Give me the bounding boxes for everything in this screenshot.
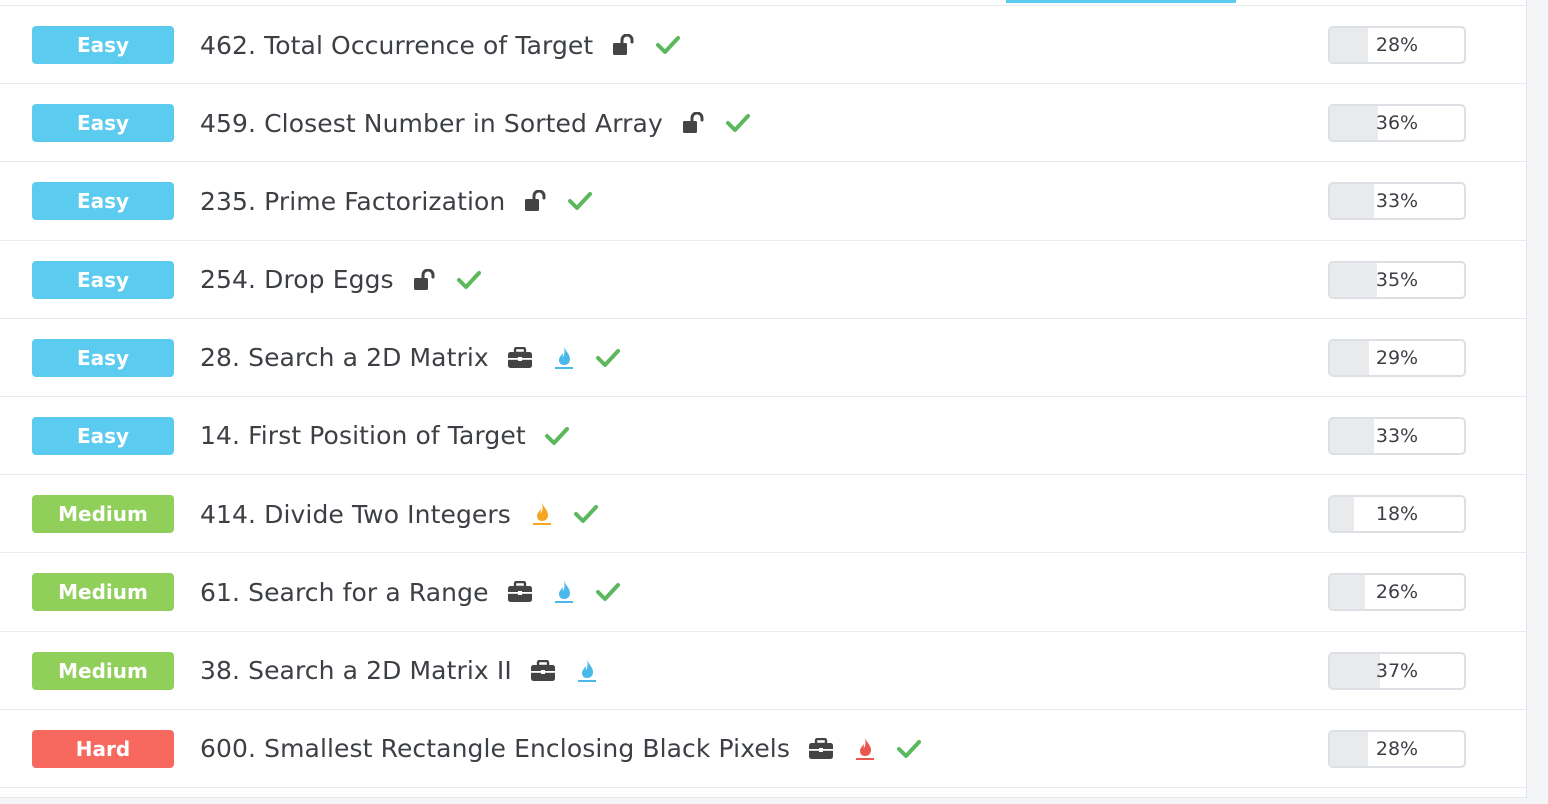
problem-title-group: 38. Search a 2D Matrix II [200, 632, 600, 710]
problem-list-panel: Easy 462. Total Occurrence of Target 28% Ea… [0, 0, 1527, 798]
acceptance-rate-text: 33% [1375, 424, 1419, 447]
difficulty-badge: Easy [32, 416, 174, 455]
acceptance-rate-bar: 36% [1328, 104, 1466, 143]
difficulty-badge: Medium [32, 651, 174, 690]
briefcase-icon [507, 579, 533, 605]
problem-title-link[interactable]: 459. Closest Number in Sorted Array [200, 109, 663, 138]
problem-title-link[interactable]: 14. First Position of Target [200, 421, 526, 450]
check-icon [456, 267, 482, 293]
problem-row[interactable]: Medium 38. Search a 2D Matrix II 37% [0, 632, 1526, 710]
unlock-icon [412, 267, 438, 293]
difficulty-badge: Easy [32, 338, 174, 377]
unlock-icon [523, 188, 549, 214]
acceptance-rate-text: 33% [1375, 190, 1419, 213]
unlock-icon [681, 110, 707, 136]
problem-row[interactable]: Easy 28. Search a 2D Matrix 29% [0, 319, 1526, 397]
problem-title-group: 235. Prime Factorization [200, 162, 593, 240]
problem-title-group: 462. Total Occurrence of Target [200, 6, 681, 84]
problem-title-link[interactable]: 38. Search a 2D Matrix II [200, 656, 512, 685]
flame-blue-icon [574, 658, 600, 684]
difficulty-badge: Easy [32, 182, 174, 221]
problem-row[interactable]: Easy 235. Prime Factorization 33% [0, 162, 1526, 241]
check-icon [595, 345, 621, 371]
difficulty-badge: Easy [32, 26, 174, 64]
difficulty-badge: Medium [32, 495, 174, 534]
unlock-icon [611, 32, 637, 58]
check-icon [655, 32, 681, 58]
problem-title-group: 254. Drop Eggs [200, 241, 482, 319]
difficulty-badge: Easy [32, 260, 174, 299]
check-icon [896, 736, 922, 762]
acceptance-rate-bar: 37% [1328, 651, 1466, 690]
acceptance-rate-bar: 18% [1328, 495, 1466, 534]
acceptance-rate-text: 29% [1375, 346, 1419, 369]
active-tab-indicator [1006, 0, 1236, 3]
acceptance-rate-text: 36% [1375, 112, 1419, 135]
briefcase-icon [530, 658, 556, 684]
problem-title-group: 414. Divide Two Integers [200, 475, 599, 553]
acceptance-rate-bar: 35% [1328, 260, 1466, 299]
acceptance-rate-text: 37% [1375, 659, 1419, 682]
flame-blue-icon [551, 579, 577, 605]
problem-title-link[interactable]: 28. Search a 2D Matrix [200, 343, 489, 372]
problem-title-link[interactable]: 61. Search for a Range [200, 578, 489, 607]
flame-red-icon [852, 736, 878, 762]
problem-title-group: 28. Search a 2D Matrix [200, 319, 621, 397]
problem-title-group: 600. Smallest Rectangle Enclosing Black … [200, 710, 922, 788]
check-icon [567, 188, 593, 214]
problem-title-link[interactable]: 254. Drop Eggs [200, 265, 394, 294]
flame-blue-icon [551, 345, 577, 371]
problem-row[interactable]: Easy 254. Drop Eggs 35% [0, 241, 1526, 319]
difficulty-badge: Easy [32, 104, 174, 143]
problem-row[interactable]: Easy 462. Total Occurrence of Target 28% [0, 6, 1526, 85]
acceptance-rate-bar: 26% [1328, 573, 1466, 612]
problem-row[interactable]: Hard 600. Smallest Rectangle Enclosing Bl… [0, 710, 1526, 788]
acceptance-rate-text: 35% [1375, 268, 1419, 291]
problem-title-group: 61. Search for a Range [200, 553, 621, 631]
check-icon [595, 579, 621, 605]
problem-row[interactable]: Easy 459. Closest Number in Sorted Array 3… [0, 84, 1526, 163]
problem-title-link[interactable]: 462. Total Occurrence of Target [200, 31, 593, 60]
acceptance-rate-text: 26% [1375, 581, 1419, 604]
acceptance-rate-bar: 28% [1328, 729, 1466, 768]
flame-orange-icon [529, 501, 555, 527]
difficulty-badge: Medium [32, 573, 174, 612]
problem-title-link[interactable]: 600. Smallest Rectangle Enclosing Black … [200, 734, 790, 763]
acceptance-rate-text: 18% [1375, 503, 1419, 526]
problem-title-link[interactable]: 414. Divide Two Integers [200, 500, 511, 529]
problem-row[interactable]: Easy 14. First Position of Target 33% [0, 397, 1526, 476]
problem-list: Easy 462. Total Occurrence of Target 28% Ea… [0, 6, 1526, 788]
problem-row[interactable]: Medium 414. Divide Two Integers 18% [0, 475, 1526, 554]
check-icon [573, 501, 599, 527]
problem-title-link[interactable]: 235. Prime Factorization [200, 187, 505, 216]
briefcase-icon [507, 345, 533, 371]
problem-title-group: 459. Closest Number in Sorted Array [200, 84, 751, 162]
briefcase-icon [808, 736, 834, 762]
acceptance-rate-bar: 33% [1328, 416, 1466, 455]
acceptance-rate-text: 28% [1375, 737, 1419, 760]
acceptance-rate-text: 28% [1375, 34, 1419, 56]
check-icon [544, 423, 570, 449]
acceptance-rate-bar: 28% [1328, 26, 1466, 64]
problem-title-group: 14. First Position of Target [200, 397, 570, 475]
problem-row[interactable]: Medium 61. Search for a Range 26% [0, 553, 1526, 632]
difficulty-badge: Hard [32, 729, 174, 768]
acceptance-rate-bar: 29% [1328, 338, 1466, 377]
acceptance-rate-bar: 33% [1328, 182, 1466, 221]
check-icon [725, 110, 751, 136]
